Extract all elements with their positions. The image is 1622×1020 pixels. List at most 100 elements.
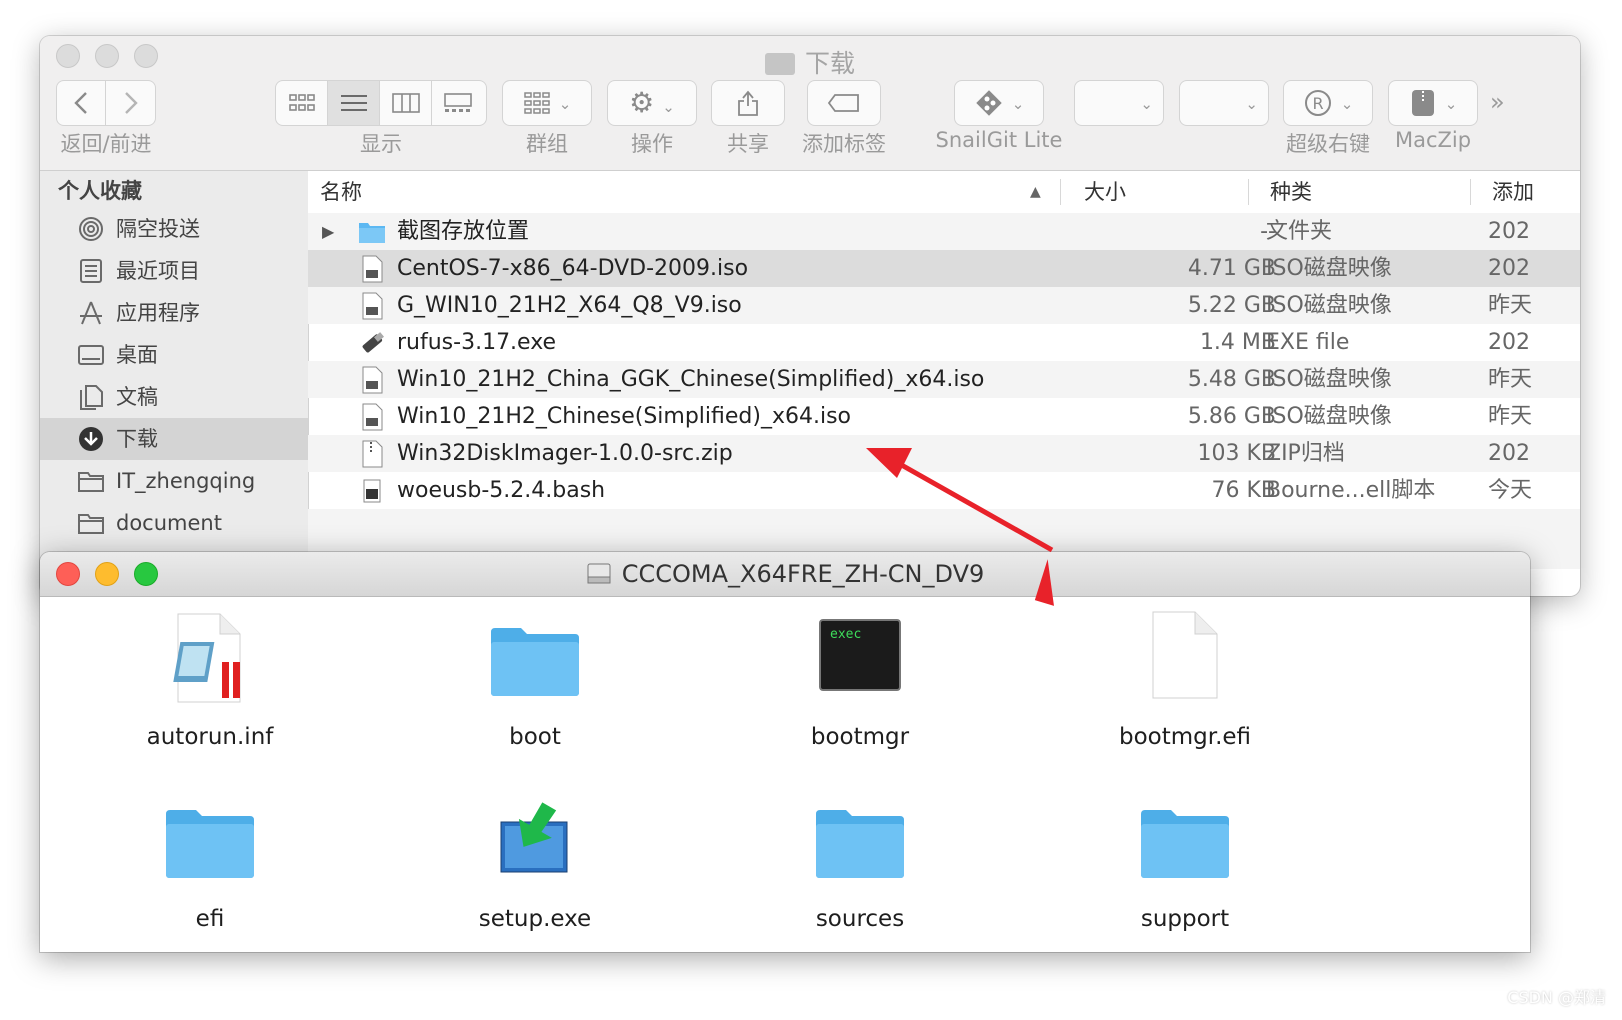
file-row-selected[interactable]: CentOS-7-x86_64-DVD-2009.iso 4.71 GB ISO… xyxy=(308,250,1580,287)
sidebar-item-airdrop[interactable]: 隔空投送 xyxy=(40,208,308,250)
action-button[interactable]: ⚙ ⌄ xyxy=(607,80,697,126)
sidebar-item-documents[interactable]: 文稿 xyxy=(40,376,308,418)
chevron-left-icon xyxy=(74,92,87,114)
share-icon xyxy=(738,90,758,116)
sidebar-item-label: document xyxy=(116,511,222,535)
file-size: 5.86 GB xyxy=(1187,404,1276,429)
disk-item-bootmgr-efi[interactable]: bootmgr.efi xyxy=(1075,610,1295,750)
script-file-icon xyxy=(363,479,381,503)
file-date: 昨天 xyxy=(1488,404,1533,429)
window-title: 下载 xyxy=(40,44,1580,80)
file-size: 1.4 MB xyxy=(1199,330,1276,355)
file-name: Win10_21H2_Chinese(Simplified)_x64.iso xyxy=(397,404,852,429)
chevron-right-icon xyxy=(124,92,138,114)
disk-item-autorun[interactable]: autorun.inf xyxy=(100,610,320,750)
disk-item-efi[interactable]: efi xyxy=(100,792,320,932)
disclosure-triangle-icon[interactable]: ▶ xyxy=(322,213,334,250)
column-view-button[interactable] xyxy=(380,81,432,125)
rightclick-button[interactable]: R ⌄ xyxy=(1283,80,1373,126)
sidebar-item-downloads[interactable]: 下载 xyxy=(40,418,308,460)
sidebar-item-applications[interactable]: 应用程序 xyxy=(40,292,308,334)
sidebar-item-label: 最近项目 xyxy=(116,259,200,283)
blank-file-icon xyxy=(1135,610,1235,710)
forward-button[interactable] xyxy=(106,81,155,125)
downloads-window: 下载 返回/前进 显示 ⌄ 群组 ⚙ ⌄ 操作 共享 添加标签 ⌄ SnailGi… xyxy=(40,36,1580,596)
folder-icon xyxy=(485,610,585,710)
item-label: sources xyxy=(815,906,905,932)
file-row[interactable]: rufus-3.17.exe 1.4 MB EXE file 202 xyxy=(308,324,1580,361)
action-label: 操作 xyxy=(631,132,673,156)
snailgit-label: SnailGit Lite xyxy=(935,128,1063,152)
file-row[interactable]: Win32DiskImager-1.0.0-src.zip 103 KB ZIP… xyxy=(308,435,1580,472)
sidebar-item-document[interactable]: document xyxy=(40,502,308,544)
file-row[interactable]: woeusb-5.2.4.bash 76 KB Bourne...ell脚本 今… xyxy=(308,472,1580,509)
file-date: 昨天 xyxy=(1488,293,1533,318)
file-row[interactable]: Win10_21H2_Chinese(Simplified)_x64.iso 5… xyxy=(308,398,1580,435)
column-divider[interactable] xyxy=(1470,179,1471,205)
toolbar-dropdown-2[interactable]: ⌄ xyxy=(1179,80,1269,126)
toolbar-dropdown-1[interactable]: ⌄ xyxy=(1074,80,1164,126)
window-title-text: CCCOMA_X64FRE_ZH-CN_DV9 xyxy=(621,560,985,588)
disk-item-support[interactable]: support xyxy=(1075,792,1295,932)
folder-icon xyxy=(810,792,910,892)
toolbar: 下载 返回/前进 显示 ⌄ 群组 ⚙ ⌄ 操作 共享 添加标签 ⌄ SnailGi… xyxy=(40,36,1580,171)
disk-item-bootmgr[interactable]: exec bootmgr xyxy=(750,610,970,750)
disk-item-boot[interactable]: boot xyxy=(425,610,645,750)
icon-view-button[interactable] xyxy=(276,81,328,125)
titlebar: CCCOMA_X64FRE_ZH-CN_DV9 xyxy=(40,552,1530,597)
tag-button[interactable] xyxy=(807,80,881,126)
disk-image-icon xyxy=(362,292,383,320)
column-divider[interactable] xyxy=(1060,179,1061,205)
item-label: setup.exe xyxy=(478,906,592,932)
file-name: CentOS-7-x86_64-DVD-2009.iso xyxy=(397,256,749,281)
list-icon xyxy=(340,95,367,111)
sidebar-item-it-zhengqing[interactable]: IT_zhengqing xyxy=(40,460,308,502)
sidebar-heading-favorites: 个人收藏 xyxy=(58,179,142,203)
file-date: 202 xyxy=(1488,256,1530,281)
file-kind: Bourne...ell脚本 xyxy=(1266,478,1436,503)
maczip-label: MacZip xyxy=(1394,128,1472,152)
item-label: autorun.inf xyxy=(146,724,274,750)
file-row[interactable]: Win10_21H2_China_GGK_Chinese(Simplified)… xyxy=(308,361,1580,398)
file-row[interactable]: ▶ 截图存放位置 -- 文件夹 202 xyxy=(308,213,1580,250)
gallery-view-button[interactable] xyxy=(432,81,484,125)
file-date: 202 xyxy=(1488,441,1530,466)
column-header-date-added[interactable]: 添加 xyxy=(1492,171,1534,213)
group-button[interactable]: ⌄ xyxy=(502,80,592,126)
rightclick-label: 超级右键 xyxy=(1286,132,1370,156)
column-header-kind[interactable]: 种类 xyxy=(1270,171,1312,213)
exec-icon: exec xyxy=(810,610,910,710)
file-row[interactable]: G_WIN10_21H2_X64_Q8_V9.iso 5.22 GB ISO磁盘… xyxy=(308,287,1580,324)
sidebar-item-label: 应用程序 xyxy=(116,301,200,325)
file-name: 截图存放位置 xyxy=(397,219,530,244)
item-label: bootmgr.efi xyxy=(1118,724,1252,750)
list-view-button[interactable] xyxy=(328,81,380,125)
group-label: 群组 xyxy=(526,132,568,156)
watermark: CSDN @郑清 xyxy=(1507,988,1606,1007)
file-kind: ZIP归档 xyxy=(1266,441,1345,466)
sidebar-item-recents[interactable]: 最近项目 xyxy=(40,250,308,292)
disk-item-setup[interactable]: setup.exe xyxy=(425,792,645,932)
maczip-button[interactable]: ⌄ xyxy=(1388,80,1478,126)
file-kind: ISO磁盘映像 xyxy=(1266,256,1392,281)
column-divider[interactable] xyxy=(1248,179,1249,205)
sidebar-item-label: 隔空投送 xyxy=(116,217,200,241)
sort-ascending-icon[interactable]: ▲ xyxy=(1030,171,1041,213)
disk-item-sources[interactable]: sources xyxy=(750,792,970,932)
inf-file-icon xyxy=(160,610,260,710)
snailgit-button[interactable]: ⌄ xyxy=(954,80,1044,126)
share-button[interactable] xyxy=(711,80,785,126)
column-header-name[interactable]: 名称 xyxy=(320,171,362,213)
desktop-icon xyxy=(78,345,104,365)
usb-drive-icon xyxy=(362,332,384,353)
file-name: G_WIN10_21H2_X64_Q8_V9.iso xyxy=(397,293,742,318)
column-header-size[interactable]: 大小 xyxy=(1084,171,1126,213)
sidebar-item-desktop[interactable]: 桌面 xyxy=(40,334,308,376)
back-button[interactable] xyxy=(57,81,107,125)
toolbar-overflow-button[interactable]: » xyxy=(1490,88,1505,116)
file-size: 103 KB xyxy=(1197,441,1276,466)
file-date: 202 xyxy=(1488,330,1530,355)
item-label: boot xyxy=(509,724,561,750)
file-kind: ISO磁盘映像 xyxy=(1266,293,1392,318)
window-title-text: 下载 xyxy=(804,49,855,78)
